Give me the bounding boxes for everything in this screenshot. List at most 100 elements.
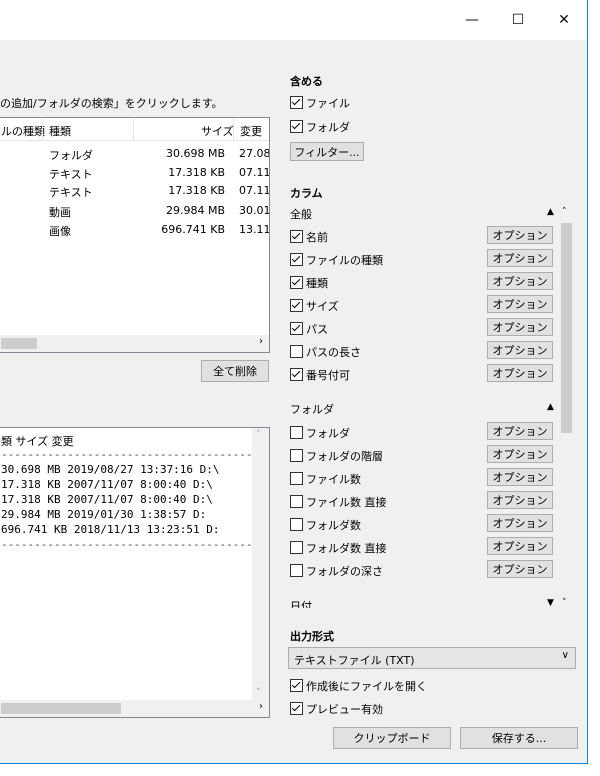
row-date: 27.08. [239,147,270,160]
column-header-kind[interactable]: 種類 [49,123,71,139]
scroll-up-icon[interactable]: ˄ [256,430,261,440]
instruction-text: の追加/フォルダの検索」をクリックします。 [0,97,223,110]
option-button[interactable]: オプション [487,445,553,463]
option-button[interactable]: オプション [487,249,553,267]
option-button[interactable]: オプション [487,341,553,359]
preview-header-text: 類 サイズ 変更 [1,435,74,448]
collapse-folder-icon[interactable]: ▲ [547,402,554,412]
row-size: 17.318 KB [168,166,225,179]
save-button[interactable]: 保存する... [460,727,578,749]
checkbox-label: ファイル [306,97,350,110]
expand-date-icon[interactable]: ▼ [547,598,554,608]
option-button[interactable]: オプション [487,226,553,244]
option-button[interactable]: オプション [487,468,553,486]
checkbox-icon[interactable] [290,322,303,335]
scrollbar-thumb[interactable] [1,338,37,349]
row-date: 07.11. [239,184,270,197]
checkbox-label: フォルダの深さ [306,565,383,578]
columns-heading: カラム [290,187,323,200]
filter-button[interactable]: フィルター... [290,142,364,161]
scrollbar-thumb[interactable] [1,703,121,714]
checkbox-label: サイズ [306,300,339,313]
checkbox-icon[interactable] [290,702,303,715]
checkbox-icon[interactable] [290,518,303,531]
preview-line: 17.318 KB 2007/11/07 8:00:40 D:\ [1,478,213,491]
column-header-modified[interactable]: 変更 [240,123,262,139]
row-kind: テキスト [49,186,93,199]
row-size: 17.318 KB [168,184,225,197]
row-size: 29.984 MB [165,204,225,217]
column-header-size[interactable]: サイズ [201,123,234,139]
checkbox-label: フォルダ [306,427,350,440]
include-heading: 含める [290,75,323,88]
checkbox-label: ファイル数 直接 [306,496,387,509]
option-button[interactable]: オプション [487,318,553,336]
option-button[interactable]: オプション [487,560,553,578]
checkbox-icon[interactable] [290,345,303,358]
preview-line: 30.698 MB 2019/08/27 13:37:16 D:\ [1,463,220,476]
checkbox-icon[interactable] [290,426,303,439]
output-heading: 出力形式 [290,630,334,643]
clipboard-button[interactable]: クリップボード [333,727,451,749]
folder-heading: フォルダ [290,403,334,416]
scroll-down-icon[interactable]: ˅ [562,598,567,608]
checkbox-label: フォルダの階層 [306,450,383,463]
checkbox-icon[interactable] [290,120,303,133]
maximize-button[interactable]: ☐ [495,0,541,40]
column-divider [42,118,43,140]
collapse-general-icon[interactable]: ▲ [547,207,554,217]
close-button[interactable]: ✕ [541,0,587,40]
checkbox-icon[interactable] [290,472,303,485]
option-button[interactable]: オプション [487,491,553,509]
checkbox-icon[interactable] [290,253,303,266]
scroll-down-icon[interactable]: ˅ [256,688,261,698]
checkbox-icon[interactable] [290,541,303,554]
option-button[interactable]: オプション [487,537,553,555]
file-list-hscrollbar[interactable]: › [0,335,269,352]
delete-all-button[interactable]: 全て削除 [201,360,269,382]
title-bar: — ☐ ✕ [0,0,587,40]
preview-header: 類 サイズ 変更 [1,433,74,449]
minimize-icon: — [465,12,479,28]
column-header-file-type[interactable]: ルの種類 [1,123,45,139]
checkbox-icon[interactable] [290,299,303,312]
columns-vscrollbar[interactable]: ˄ ˅ [558,205,575,610]
scroll-up-icon[interactable]: ˄ [562,207,567,217]
chevron-down-icon: ∨ [561,650,569,661]
checkbox-icon[interactable] [290,96,303,109]
checkbox-icon[interactable] [290,276,303,289]
output-format-select[interactable]: テキストファイル (TXT) ∨ [288,647,576,669]
scroll-right-icon[interactable]: › [259,701,263,712]
column-divider [133,118,134,140]
scroll-right-icon[interactable]: › [259,336,263,347]
checkbox-label: ファイル数 [306,473,361,486]
checkbox-label: 名前 [306,231,328,244]
preview-pane[interactable]: 類 サイズ 変更 -------------------------------… [0,427,270,718]
checkbox-icon[interactable] [290,368,303,381]
preview-line: 29.984 MB 2019/01/30 1:38:57 D: [1,508,207,521]
preview-vscrollbar[interactable]: ˄ ˅ [252,428,269,700]
close-icon: ✕ [558,12,570,28]
row-kind: フォルダ [49,149,93,162]
checkbox-icon[interactable] [290,564,303,577]
row-date: 30.01. [239,204,270,217]
option-button[interactable]: オプション [487,364,553,382]
file-list[interactable]: ルの種類 種類 サイズ 変更 フォルダ 30.698 MB 27.08. テキス… [0,117,270,353]
file-list-header: ルの種類 種類 サイズ 変更 [0,118,269,141]
option-button[interactable]: オプション [487,422,553,440]
row-size: 696.741 KB [161,223,225,236]
scrollbar-thumb[interactable] [561,223,572,433]
minimize-button[interactable]: — [449,0,495,40]
option-button[interactable]: オプション [487,272,553,290]
checkbox-label: パス [306,323,328,336]
preview-hscrollbar[interactable]: › [0,700,269,717]
checkbox-icon[interactable] [290,449,303,462]
checkbox-icon[interactable] [290,495,303,508]
option-button[interactable]: オプション [487,514,553,532]
general-heading: 全般 [290,208,312,221]
option-button[interactable]: オプション [487,295,553,313]
checkbox-label: パスの長さ [306,346,361,359]
checkbox-icon[interactable] [290,230,303,243]
checkbox-icon[interactable] [290,679,303,692]
column-divider [233,118,234,140]
